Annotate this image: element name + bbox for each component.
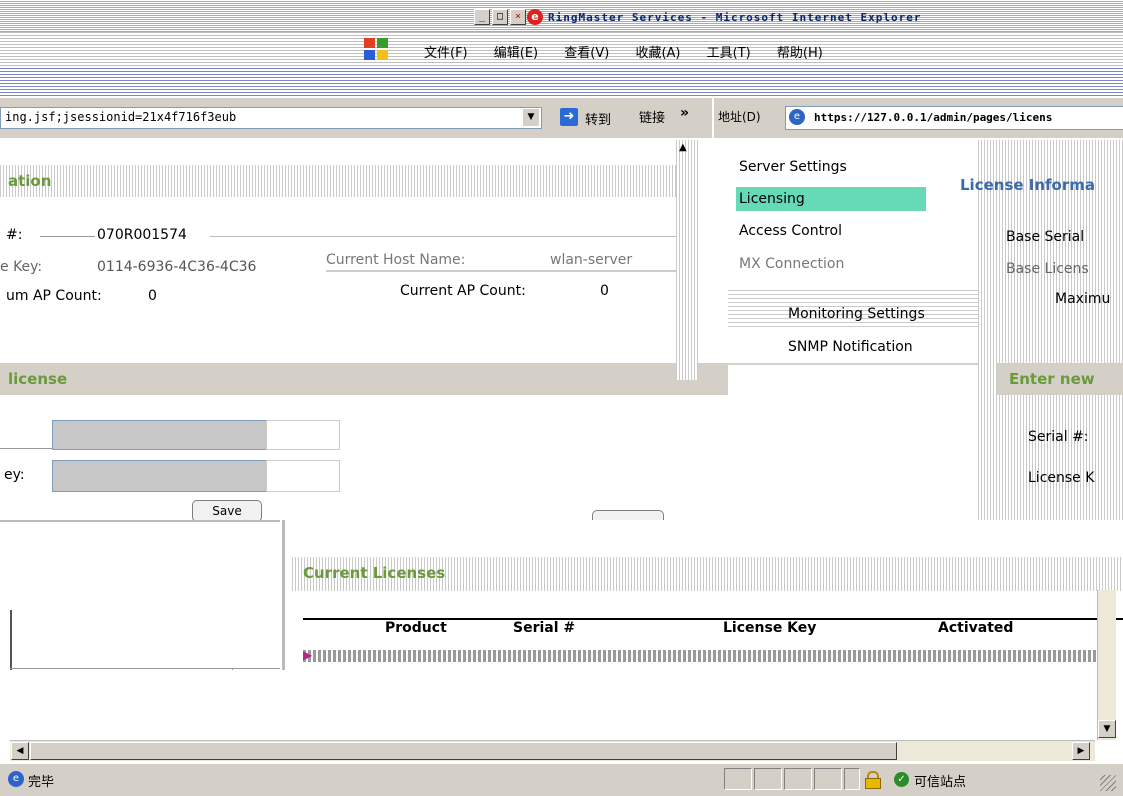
page-icon: e <box>789 109 805 125</box>
table-row[interactable] <box>303 650 1103 662</box>
key-label: e Key: <box>0 259 43 275</box>
right-license-key-label: License K <box>1028 470 1095 486</box>
go-arrow-icon[interactable]: ➜ <box>560 108 578 126</box>
trusted-zone-icon: ✓ <box>894 772 909 787</box>
address-dropdown-button[interactable]: ▼ <box>523 109 539 126</box>
divider <box>210 236 676 237</box>
status-panel <box>814 768 842 790</box>
serial-label: #: <box>6 227 23 243</box>
scroll-left-icon[interactable]: ◀ <box>11 742 29 760</box>
base-serial-label: Base Serial <box>1006 229 1085 245</box>
menu-tools[interactable]: 工具(T) <box>707 46 751 61</box>
status-page-icon: e <box>8 771 24 787</box>
serial-input[interactable] <box>52 420 268 450</box>
address-url-right: https://127.0.0.1/admin/pages/licens <box>814 111 1053 124</box>
licenses-table-header: Product Serial # License Key Activated <box>303 618 1123 638</box>
left-heading: ation <box>8 172 52 190</box>
content-frame <box>0 670 1123 740</box>
vertical-scrollbar[interactable] <box>1097 590 1116 740</box>
windows-flag-icon <box>364 38 390 60</box>
menu-edit[interactable]: 编辑(E) <box>494 46 538 61</box>
license-key-input-rest[interactable] <box>266 460 340 492</box>
max-ap-value: 0 <box>148 288 157 304</box>
status-panel <box>784 768 812 790</box>
lock-icon[interactable] <box>865 771 881 789</box>
divider <box>40 236 95 237</box>
cur-ap-label: Current AP Count: <box>400 283 526 299</box>
status-text: 完毕 <box>28 775 55 790</box>
divider <box>326 270 676 272</box>
nav-mx-connection[interactable]: MX Connection <box>739 256 844 272</box>
ie-logo-icon: e <box>527 9 543 25</box>
col-serial: Serial # <box>513 620 576 636</box>
links-button[interactable]: 链接 <box>639 107 665 126</box>
menu-bar: 文件(F) 编辑(E) 查看(V) 收藏(A) 工具(T) 帮助(H) <box>424 42 845 61</box>
resize-grip-icon[interactable] <box>1100 775 1116 791</box>
col-license-key: License Key <box>723 620 817 636</box>
current-licenses-heading: Current Licenses <box>303 564 446 582</box>
toolbar-strip <box>0 66 1123 96</box>
go-button[interactable]: 转到 <box>585 109 611 128</box>
nav-monitoring-settings[interactable]: Monitoring Settings <box>788 306 925 322</box>
links-chevron-icon[interactable]: » <box>680 105 689 121</box>
row-expand-icon[interactable]: ▶ <box>303 648 312 662</box>
scroll-down-icon[interactable]: ▼ <box>1098 720 1116 738</box>
license-key-input[interactable] <box>52 460 268 492</box>
menu-help[interactable]: 帮助(H) <box>777 46 823 61</box>
window-title: RingMaster Services - Microsoft Internet… <box>548 11 922 24</box>
menu-view[interactable]: 查看(V) <box>564 46 609 61</box>
max-ap-label: um AP Count: <box>6 288 102 304</box>
enter-new-heading: Enter new <box>1009 370 1095 388</box>
host-label: Current Host Name: <box>326 252 466 268</box>
nav-server-settings[interactable]: Server Settings <box>739 159 847 175</box>
status-panel <box>724 768 752 790</box>
left-enter-band <box>0 363 728 395</box>
save-button[interactable]: Save <box>192 500 262 522</box>
close-button[interactable]: × <box>510 9 526 25</box>
scroll-right-icon[interactable]: ▶ <box>1072 742 1090 760</box>
serial-input-rest[interactable] <box>266 420 340 450</box>
frame-divider <box>10 668 280 669</box>
scroll-up-icon[interactable]: ▲ <box>679 142 687 153</box>
serial-value: 070R001574 <box>97 227 187 243</box>
menu-file[interactable]: 文件(F) <box>424 46 468 61</box>
col-activated: Activated <box>938 620 1014 636</box>
window-controls: _ □ × <box>474 9 526 25</box>
address-url-left: ing.jsf;jsessionid=21x4f716f3eub <box>5 110 237 124</box>
cur-ap-value: 0 <box>600 283 609 299</box>
menu-favorites[interactable]: 收藏(A) <box>635 46 680 61</box>
nav-access-control[interactable]: Access Control <box>739 223 842 239</box>
host-value: wlan-server <box>550 252 633 268</box>
status-panel <box>844 768 860 790</box>
key-value: 0114-6936-4C36-4C36 <box>97 259 257 275</box>
nav-snmp-notification[interactable]: SNMP Notification <box>788 339 913 355</box>
right-serial-label: Serial #: <box>1028 429 1089 445</box>
current-licenses-panel <box>282 520 1123 670</box>
scroll-thumb[interactable] <box>30 742 897 760</box>
col-product: Product <box>385 620 447 636</box>
enter-license-heading: license <box>8 370 68 388</box>
key-field-label: ey: <box>4 467 25 483</box>
maximize-button[interactable]: □ <box>492 9 508 25</box>
serial-field-label-row <box>0 420 52 449</box>
zone-text: 可信站点 <box>914 775 967 790</box>
status-panel <box>754 768 782 790</box>
left-heading-band <box>0 165 676 197</box>
base-license-label: Base Licens <box>1006 261 1089 277</box>
nav-licensing[interactable]: Licensing <box>739 191 805 207</box>
license-info-heading: License Informa <box>960 176 1096 194</box>
address-label: 地址(D) <box>718 110 761 124</box>
left-frame-scrollbar[interactable] <box>676 140 698 380</box>
right-pane-bg <box>978 140 1123 520</box>
maximum-label: Maximu <box>1055 291 1111 307</box>
minimize-button[interactable]: _ <box>474 9 490 25</box>
divider <box>728 363 978 365</box>
address-input-left[interactable]: ing.jsf;jsessionid=21x4f716f3eub <box>0 107 542 129</box>
